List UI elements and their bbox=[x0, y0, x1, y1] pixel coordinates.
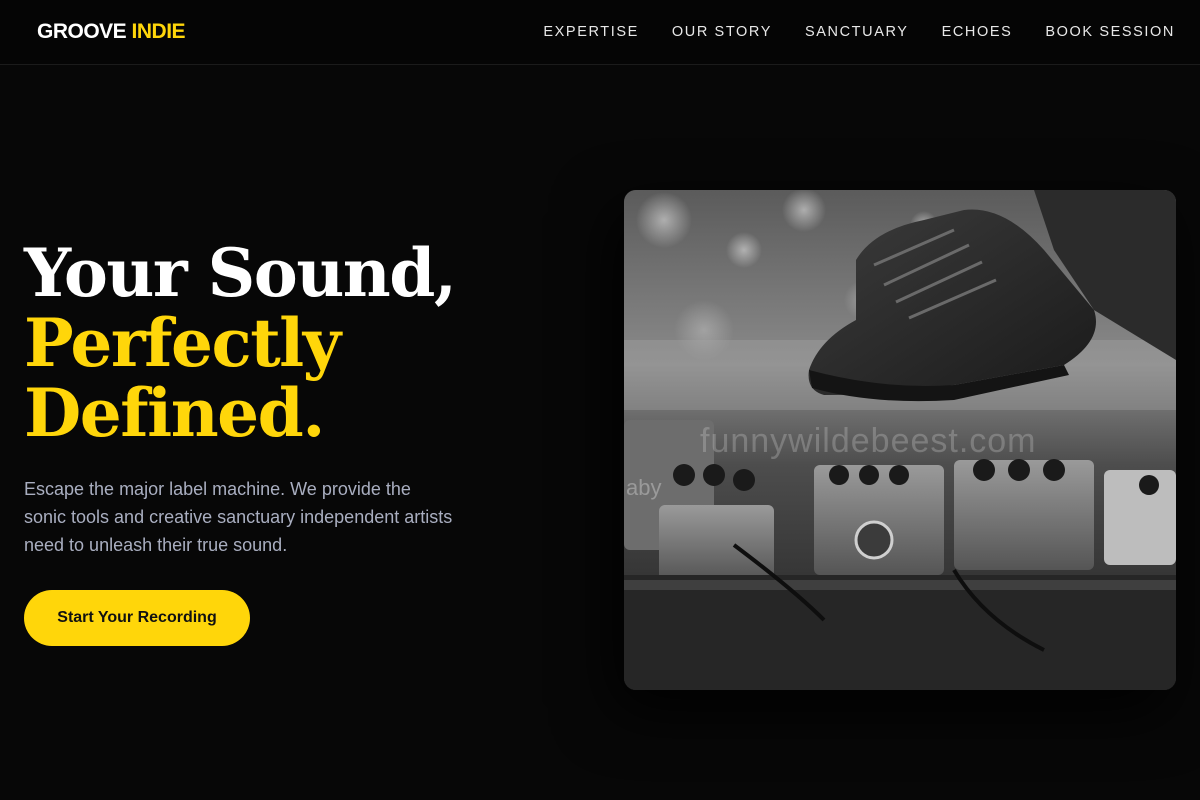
nav-link-our-story[interactable]: OUR STORY bbox=[672, 22, 772, 42]
pedal-label-text: aby bbox=[626, 475, 661, 500]
hero-title-line1: Your Sound, bbox=[24, 234, 457, 312]
hero-title-line2: Perfectly bbox=[24, 304, 341, 382]
nav-link-sanctuary[interactable]: SANCTUARY bbox=[805, 22, 909, 42]
logo-word-indie: INDIE bbox=[131, 20, 186, 43]
site-header: GROOVE INDIE EXPERTISE OUR STORY SANCTUA… bbox=[0, 0, 1200, 65]
hero-photo: aby funnywildebeest.com bbox=[624, 190, 1176, 690]
main-nav: EXPERTISE OUR STORY SANCTUARY ECHOES BOO… bbox=[543, 22, 1175, 42]
hero-title-line3: Defined. bbox=[24, 374, 325, 452]
start-recording-button[interactable]: Start Your Recording bbox=[24, 590, 250, 646]
nav-link-expertise[interactable]: EXPERTISE bbox=[543, 22, 639, 42]
image-watermark: funnywildebeest.com bbox=[700, 422, 1037, 460]
nav-link-echoes[interactable]: ECHOES bbox=[942, 22, 1013, 42]
nav-link-book-session[interactable]: BOOK SESSION bbox=[1045, 22, 1175, 42]
hero-title: Your Sound, Perfectly Defined. bbox=[24, 234, 457, 452]
hero-description: Escape the major label machine. We provi… bbox=[24, 479, 453, 555]
logo-word-groove: GROOVE bbox=[37, 20, 127, 43]
brand-logo[interactable]: GROOVE INDIE bbox=[37, 19, 186, 45]
